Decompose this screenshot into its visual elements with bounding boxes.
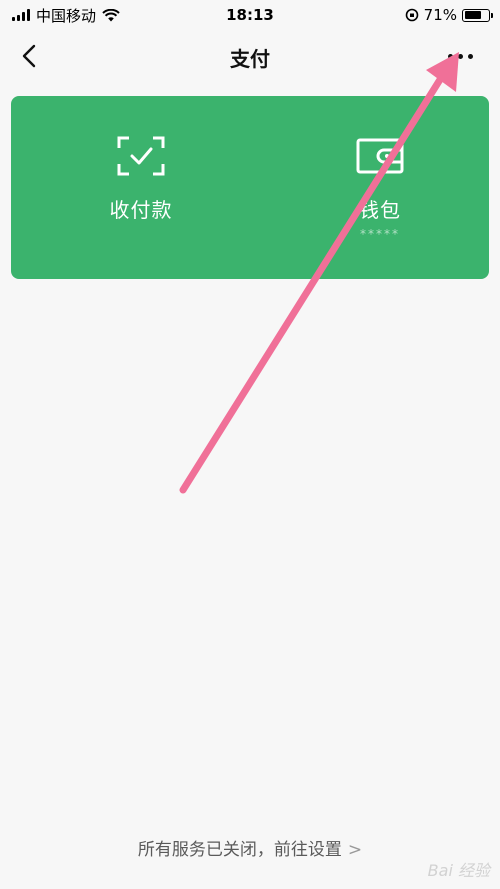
battery-percent: 71% — [423, 6, 457, 24]
collect-pay-label: 收付款 — [109, 198, 173, 222]
services-settings-text: 所有服务已关闭，前往设置 — [137, 840, 342, 860]
wallet-balance-masked: ***** — [360, 227, 400, 241]
status-right: 71% — [405, 6, 493, 24]
services-settings-link[interactable]: 所有服务已关闭，前往设置 > — [0, 835, 500, 860]
status-left: 中国移动 — [12, 5, 120, 26]
more-dot — [467, 53, 473, 59]
page-title: 支付 — [230, 47, 270, 71]
more-dot — [457, 53, 463, 59]
watermark-logo: Bai 经验 — [427, 861, 490, 880]
carrier-name: 中国移动 — [36, 6, 97, 25]
battery-fill — [464, 11, 481, 19]
status-bar: 中国移动 18:13 71% — [0, 0, 500, 30]
wallet-icon — [356, 138, 404, 174]
battery-icon — [462, 8, 493, 22]
payment-card: 收付款 钱包 ***** — [11, 96, 489, 279]
nav-bar: 支付 — [0, 30, 500, 82]
wallet-label: 钱包 — [359, 198, 401, 222]
chevron-right-icon: > — [347, 840, 363, 860]
collect-pay-button[interactable]: 收付款 — [61, 136, 221, 223]
rotation-lock-icon — [405, 8, 418, 22]
scan-check-icon — [117, 136, 165, 176]
more-button[interactable] — [442, 48, 478, 64]
wallet-button[interactable]: 钱包 ***** — [300, 136, 460, 241]
wifi-icon — [102, 8, 120, 21]
more-dot — [447, 53, 453, 59]
signal-icon — [12, 9, 30, 21]
